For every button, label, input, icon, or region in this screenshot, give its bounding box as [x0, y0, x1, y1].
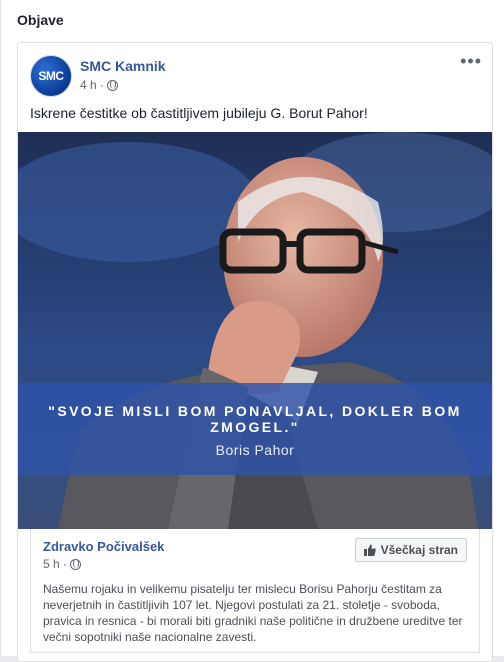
post-time[interactable]: 4 h	[80, 78, 97, 92]
shared-author-link[interactable]: Zdravko Počivalšek	[43, 539, 164, 554]
section-title: Objave	[17, 12, 64, 28]
avatar-logo-text: SMC	[38, 69, 64, 83]
portrait-illustration	[18, 132, 492, 529]
thumbs-up-icon	[363, 544, 376, 556]
post-image[interactable]: "SVOJE MISLI BOM PONAVLJAL, DOKLER BOM Z…	[18, 132, 492, 529]
shared-post: Zdravko Počivalšek 5 h · Všečkaj stran N…	[30, 529, 480, 653]
page-name-link[interactable]: SMC Kamnik	[80, 58, 166, 74]
shared-post-text: Našemu rojaku in velikemu pisatelju ter …	[43, 582, 463, 644]
post-card: SMC SMC Kamnik 4 h · ••• Iskrene čestitk…	[17, 42, 493, 662]
post-text: Iskrene čestitke ob častitljivem jubilej…	[30, 105, 368, 121]
like-page-button[interactable]: Všečkaj stran	[354, 538, 467, 562]
post-meta: 4 h ·	[80, 78, 118, 92]
page-avatar[interactable]: SMC	[30, 55, 72, 97]
shared-meta-separator: ·	[62, 557, 67, 571]
more-options-icon[interactable]: •••	[460, 51, 482, 72]
meta-separator: ·	[99, 78, 104, 92]
shared-meta: 5 h ·	[43, 557, 81, 571]
globe-icon	[69, 558, 81, 570]
posts-section: Objave SMC SMC Kamnik 4 h · ••• Iskrene …	[0, 0, 504, 662]
like-page-label: Všečkaj stran	[380, 543, 458, 557]
image-quote-text: "SVOJE MISLI BOM PONAVLJAL, DOKLER BOM Z…	[48, 403, 462, 435]
globe-icon	[106, 79, 118, 91]
image-quote-author: Boris Pahor	[215, 442, 295, 458]
shared-time[interactable]: 5 h	[43, 557, 60, 571]
